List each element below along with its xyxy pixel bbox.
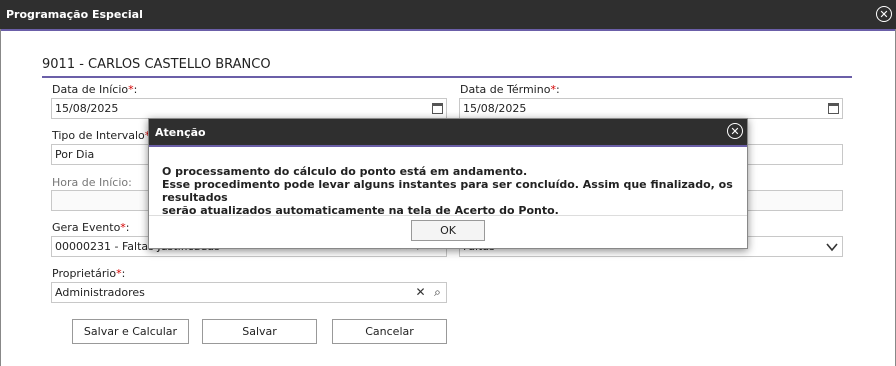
window-close-icon[interactable]: ✕ xyxy=(876,6,892,22)
employee-header: 9011 - CARLOS CASTELLO BRANCO xyxy=(42,57,852,78)
event-label: Gera Evento*: xyxy=(52,221,130,234)
cancel-button[interactable]: Cancelar xyxy=(332,319,447,344)
search-icon[interactable]: ⌕ xyxy=(430,285,445,300)
end-date-field[interactable]: 15/08/2025 xyxy=(459,98,843,119)
save-button[interactable]: Salvar xyxy=(202,319,317,344)
dialog-message-line: O processamento do cálculo do ponto está… xyxy=(162,165,528,178)
start-date-label: Data de Início*: xyxy=(52,83,138,96)
window-title: Programação Especial xyxy=(6,8,143,21)
start-time-label: Hora de Início: xyxy=(52,176,132,189)
dialog-close-icon[interactable]: ✕ xyxy=(727,123,743,139)
calendar-icon[interactable] xyxy=(432,103,443,114)
dialog-message-line: Esse procedimento pode levar alguns inst… xyxy=(162,178,733,204)
interval-type-label: Tipo de Intervalo*: xyxy=(52,129,154,142)
attention-dialog: Atenção ✕ O processamento do cálculo do … xyxy=(148,118,748,249)
window-border-left xyxy=(0,29,1,366)
dialog-divider xyxy=(149,215,747,216)
calendar-icon[interactable] xyxy=(828,103,839,114)
chevron-down-icon[interactable] xyxy=(824,239,840,255)
save-and-calculate-button[interactable]: Salvar e Calcular xyxy=(72,319,189,344)
dialog-header: Atenção ✕ xyxy=(149,119,747,147)
ok-button[interactable]: OK xyxy=(411,220,485,241)
owner-label: Proprietário*: xyxy=(52,267,126,280)
owner-field[interactable]: Administradores xyxy=(51,282,447,303)
dialog-message: O processamento do cálculo do ponto está… xyxy=(162,165,747,217)
window-titlebar: Programação Especial ✕ xyxy=(0,0,896,31)
clear-icon[interactable]: ✕ xyxy=(413,285,428,300)
start-date-field[interactable]: 15/08/2025 xyxy=(51,98,447,119)
dialog-title: Atenção xyxy=(155,126,206,139)
end-date-label: Data de Término*: xyxy=(460,83,560,96)
